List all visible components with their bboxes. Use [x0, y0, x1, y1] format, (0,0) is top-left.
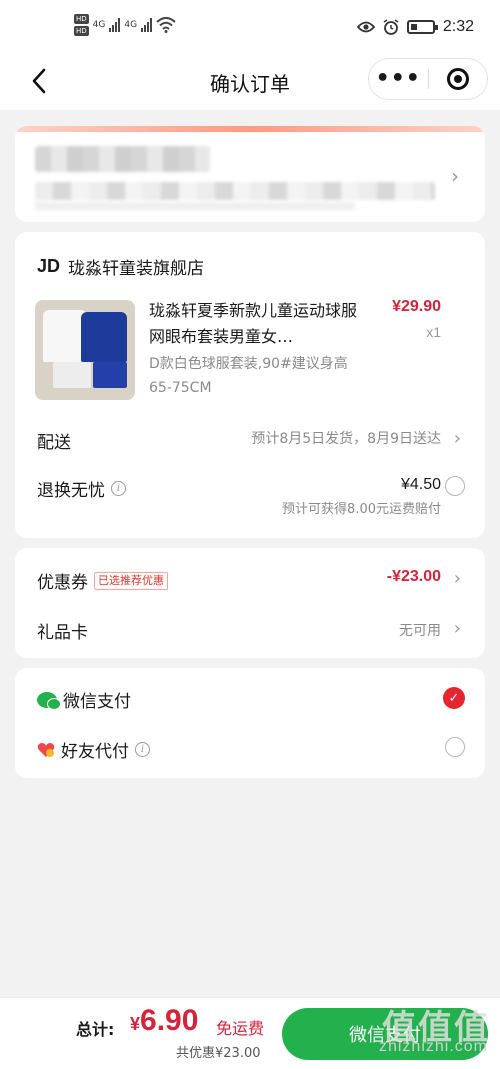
coupon-card: 优惠券 已选推荐优惠 -¥23.00 › 礼品卡 无可用 › [15, 548, 485, 658]
gift-card-label[interactable]: 礼品卡 [37, 618, 88, 643]
chevron-right-icon[interactable]: › [454, 618, 461, 639]
friend-pay-label: 好友代付 [61, 742, 129, 762]
payment-card: 微信支付 ✓ 好友代付 i [15, 668, 485, 778]
heart-icon [37, 742, 55, 757]
network-label: 4G [124, 20, 138, 30]
coupon-row[interactable]: 优惠券 已选推荐优惠 [37, 568, 168, 593]
target-icon [446, 68, 469, 90]
address-detail-redacted [35, 182, 435, 200]
info-icon[interactable]: i [111, 481, 126, 496]
mini-program-capsule: ••• [368, 58, 488, 100]
clock: 2:32 [442, 18, 474, 35]
product-spec: D款白色球服套装,90#建议身高65-75CM [149, 356, 348, 396]
signal-indicators: HD HD 4G 4G [74, 14, 176, 36]
free-shipping-label: 免运费 [216, 1019, 265, 1038]
friend-pay-option[interactable]: 好友代付 i [37, 737, 150, 762]
coupon-label: 优惠券 [37, 573, 88, 593]
chevron-right-icon[interactable]: › [454, 568, 461, 589]
chevron-right-icon[interactable]: › [454, 428, 461, 449]
product-image[interactable] [35, 300, 135, 400]
shipping-label: 配送 [37, 433, 71, 453]
jd-logo: JD [37, 256, 61, 276]
total-value: 6.90 [140, 1004, 199, 1037]
currency-symbol: ¥ [130, 1014, 141, 1034]
address-detail-redacted [35, 202, 355, 210]
shipping-estimate[interactable]: 预计8月5日发货，8月9日送达 [251, 428, 441, 448]
signal-icon [109, 18, 121, 32]
coupon-value: -¥23.00 [386, 568, 441, 585]
coupon-tag: 已选推荐优惠 [94, 571, 168, 590]
wechat-pay-checked-icon[interactable]: ✓ [443, 687, 465, 709]
network-label: 4G [92, 20, 106, 30]
battery-icon [406, 20, 438, 34]
hd-badge: HD [74, 14, 89, 24]
friend-pay-radio[interactable] [445, 737, 465, 757]
product-quantity: x1 [426, 324, 441, 340]
return-service-row: 退换无忧 i [37, 476, 126, 501]
wifi-icon [156, 17, 176, 33]
more-button[interactable]: ••• [369, 58, 428, 100]
hd-badge: HD [74, 26, 89, 36]
return-service-note: 预计可获得8.00元运费赔付 [282, 502, 441, 517]
return-service-radio[interactable] [445, 476, 465, 496]
signal-icon [141, 18, 153, 32]
total-amount: ¥6.90 [130, 1004, 198, 1038]
return-service-label: 退换无忧 [37, 481, 105, 501]
checkout-bar: 总计: ¥6.90 免运费 共优惠¥23.00 微信支付 值值值 zhizhiz… [0, 997, 500, 1069]
address-card[interactable]: › [15, 126, 485, 222]
info-icon[interactable]: i [135, 742, 150, 757]
product-price: ¥29.90 [392, 298, 441, 315]
alarm-icon [383, 19, 399, 35]
gift-card-value: 无可用 [399, 623, 441, 639]
wechat-pay-option[interactable]: 微信支付 [37, 687, 131, 712]
product-name[interactable]: 珑淼轩夏季新款儿童运动球服网眼布套装男童女… [149, 298, 361, 350]
status-bar: HD HD 4G 4G 2:32 [0, 0, 500, 56]
shop-name: 珑淼轩童装旗舰店 [68, 259, 205, 279]
nav-bar: 确认订单 ••• [0, 56, 500, 110]
shop-header[interactable]: JD 珑淼轩童装旗舰店 [37, 254, 204, 279]
address-name-redacted [35, 146, 210, 172]
chevron-right-icon: › [451, 164, 459, 188]
wechat-icon [37, 691, 61, 710]
watermark-url: zhizhizhi.com [378, 1038, 488, 1055]
address-stripe [15, 126, 485, 132]
total-label: 总计: [76, 1020, 115, 1039]
discount-summary: 共优惠¥23.00 [176, 1046, 261, 1061]
shop-card: JD 珑淼轩童装旗舰店 珑淼轩夏季新款儿童运动球服网眼布套装男童女… ¥29.9… [15, 232, 485, 538]
close-mini-program-button[interactable] [429, 68, 488, 90]
wechat-pay-label: 微信支付 [63, 692, 131, 712]
return-service-price: ¥4.50 [400, 476, 441, 493]
eye-icon [356, 21, 375, 33]
